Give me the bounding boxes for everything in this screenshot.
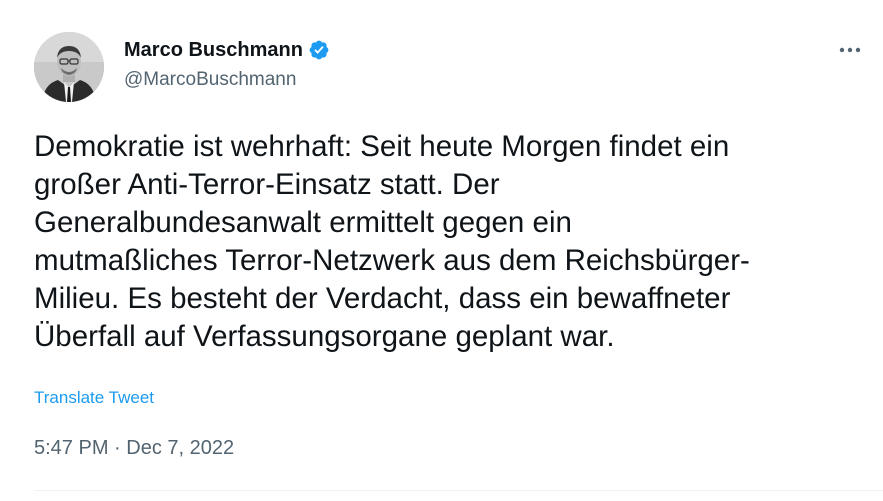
- more-horizontal-icon: [839, 47, 861, 53]
- verified-badge-icon: [309, 40, 329, 60]
- tweet-time[interactable]: 5:47 PM: [34, 436, 108, 460]
- more-options-button[interactable]: [835, 38, 865, 62]
- author-display-name[interactable]: Marco Buschmann: [124, 38, 303, 62]
- timestamp-separator: ·: [108, 437, 127, 459]
- tweet-card: Marco Buschmann @MarcoBuschmann Demokrat…: [0, 0, 883, 501]
- tweet-timestamp[interactable]: 5:47 PM · Dec 7, 2022: [34, 436, 234, 460]
- translate-tweet-link[interactable]: Translate Tweet: [34, 387, 154, 409]
- avatar[interactable]: [34, 32, 104, 102]
- author-handle[interactable]: @MarcoBuschmann: [124, 68, 296, 92]
- divider: [34, 490, 883, 491]
- author-name-row[interactable]: Marco Buschmann: [124, 38, 330, 62]
- avatar-photo: [34, 32, 104, 102]
- tweet-date[interactable]: Dec 7, 2022: [126, 436, 234, 460]
- tweet-text: Demokratie ist wehrhaft: Seit heute Morg…: [34, 130, 750, 353]
